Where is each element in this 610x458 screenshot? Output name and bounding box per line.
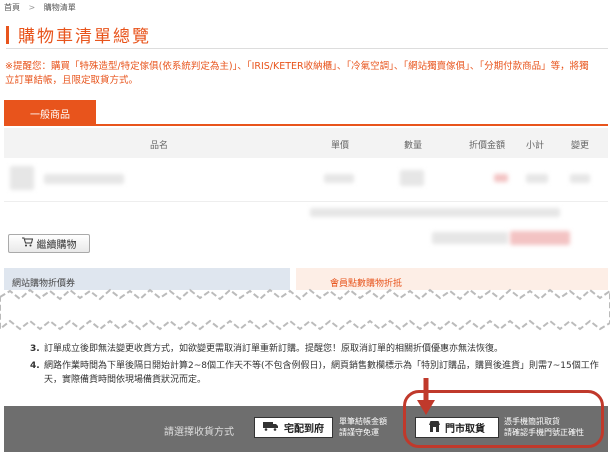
home-delivery-button[interactable]: 宅配到府 bbox=[254, 417, 333, 438]
breadcrumb-separator: > bbox=[28, 3, 36, 12]
note-item: 3. 訂單成立後即無法變更收貨方式，如欲變更需取消訂單重新訂購。提醒您！原取消訂… bbox=[30, 344, 504, 354]
col-product-name: 品名 bbox=[150, 141, 169, 151]
page-title: 購物車清單總覽 bbox=[18, 27, 151, 47]
table-row bbox=[4, 158, 608, 202]
title-divider bbox=[6, 48, 608, 49]
continue-shopping-label: 繼續購物 bbox=[36, 240, 77, 251]
col-unit-price: 單價 bbox=[331, 141, 350, 151]
product-thumbnail bbox=[10, 166, 34, 190]
remove-blurred bbox=[570, 174, 590, 183]
total-amount-blurred bbox=[510, 231, 570, 245]
col-change: 變更 bbox=[571, 141, 590, 151]
tab-bar: 一般商品 bbox=[4, 100, 608, 126]
product-name-blurred bbox=[44, 174, 124, 184]
home-delivery-note: 單筆結帳金額 請謹守免運 bbox=[339, 417, 387, 437]
breadcrumb: 首頁 > 購物清單 bbox=[4, 2, 82, 13]
discount-blurred bbox=[494, 174, 508, 182]
col-discount: 折價金額 bbox=[469, 141, 506, 151]
tab-general-items[interactable]: 一般商品 bbox=[4, 100, 96, 126]
table-header: 品名 單價 數量 折價金額 小計 變更 bbox=[4, 128, 608, 158]
torn-edge-divider bbox=[0, 288, 610, 331]
breadcrumb-current: 購物清單 bbox=[43, 3, 76, 12]
col-subtotal: 小計 bbox=[526, 141, 545, 151]
home-delivery-label: 宅配到府 bbox=[284, 424, 324, 435]
total-label-blurred bbox=[432, 232, 508, 244]
breadcrumb-home-link[interactable]: 首頁 bbox=[4, 3, 20, 12]
col-quantity: 數量 bbox=[404, 141, 423, 151]
arrow-down-icon bbox=[417, 378, 435, 415]
shopping-cart-icon bbox=[21, 237, 33, 250]
subtotal-blurred bbox=[526, 174, 548, 183]
title-accent-bar bbox=[6, 25, 9, 44]
notes-list: 3. 訂單成立後即無法變更收貨方式，如欲變更需取消訂單重新訂購。提醒您！原取消訂… bbox=[30, 342, 600, 390]
delivery-method-prompt: 請選擇收貨方式 bbox=[164, 427, 234, 438]
quantity-blurred bbox=[400, 170, 424, 186]
continue-shopping-button[interactable]: 繼續購物 bbox=[8, 234, 90, 253]
page-header: 購物車清單總覽 bbox=[6, 22, 151, 47]
note-item: 4. 網路作業時間為下單後隔日開始計算2~8個工作天不等(不包含例假日)，網頁銷… bbox=[30, 361, 599, 385]
truck-icon bbox=[263, 421, 279, 434]
unit-price-blurred bbox=[324, 174, 354, 183]
total-line-blurred bbox=[310, 208, 560, 217]
notice-text: ※提醒您：購買「特殊造型/特定傢俱(依系統判定為主)」、「IRIS/KETER收… bbox=[5, 61, 589, 86]
